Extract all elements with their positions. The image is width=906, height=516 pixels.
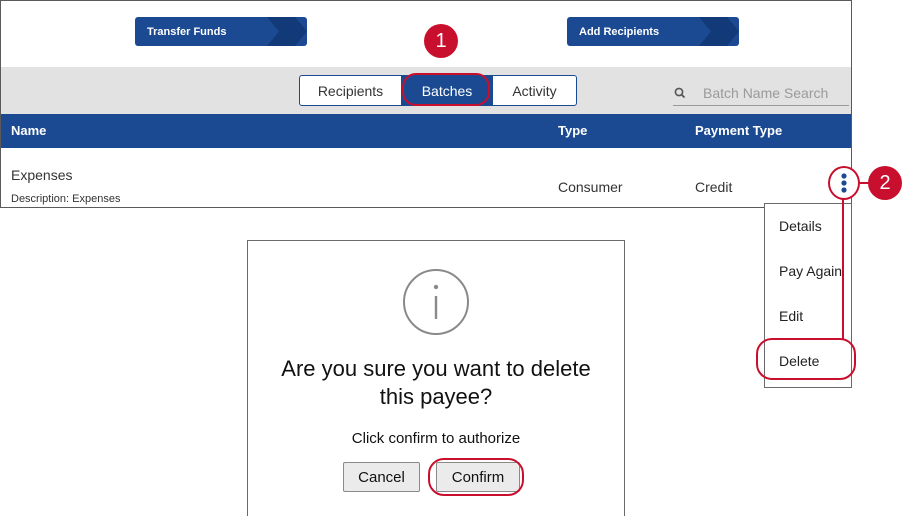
tab-activity[interactable]: Activity <box>492 76 576 105</box>
table-header: Name Type Payment Type <box>1 114 851 148</box>
batch-description: Description: Expenses <box>11 193 121 205</box>
column-type: Type <box>558 123 588 138</box>
dialog-title: Are you sure you want to delete this pay… <box>248 355 624 411</box>
confirm-highlight <box>428 458 524 496</box>
delete-highlight <box>756 338 856 380</box>
batch-search <box>673 81 849 106</box>
column-payment-type: Payment Type <box>695 123 783 138</box>
chevron-right-icon <box>267 17 307 46</box>
batch-name[interactable]: Expenses <box>11 167 72 183</box>
info-icon <box>403 269 469 335</box>
batch-name-search-input[interactable] <box>703 85 843 101</box>
tab-recipients[interactable]: Recipients <box>300 76 402 105</box>
transfer-funds-button[interactable]: Transfer Funds <box>135 17 307 46</box>
kebab-menu-icon <box>841 173 847 193</box>
menu-item-details[interactable]: Details <box>779 218 822 234</box>
dialog-subtitle: Click confirm to authorize <box>351 430 521 447</box>
batches-highlight <box>402 73 490 106</box>
callout-badge: 2 <box>868 166 902 200</box>
batch-type: Consumer <box>558 179 623 195</box>
callout-badge: 1 <box>424 24 458 58</box>
add-recipients-button[interactable]: Add Recipients <box>567 17 739 46</box>
batch-payment-type: Credit <box>695 179 733 195</box>
transfer-funds-label: Transfer Funds <box>147 25 227 38</box>
menu-item-edit[interactable]: Edit <box>779 308 803 324</box>
column-name: Name <box>11 123 47 138</box>
menu-item-pay-again[interactable]: Pay Again <box>779 263 842 279</box>
callout-connector <box>842 199 844 339</box>
chevron-right-icon <box>699 17 739 46</box>
cancel-button[interactable]: Cancel <box>343 462 420 492</box>
dialog-title-line: this payee? <box>379 384 493 409</box>
search-icon <box>673 86 687 100</box>
dialog-title-line: Are you sure you want to delete <box>281 356 591 381</box>
row-actions-button[interactable] <box>828 166 860 200</box>
add-recipients-label: Add Recipients <box>579 25 660 38</box>
